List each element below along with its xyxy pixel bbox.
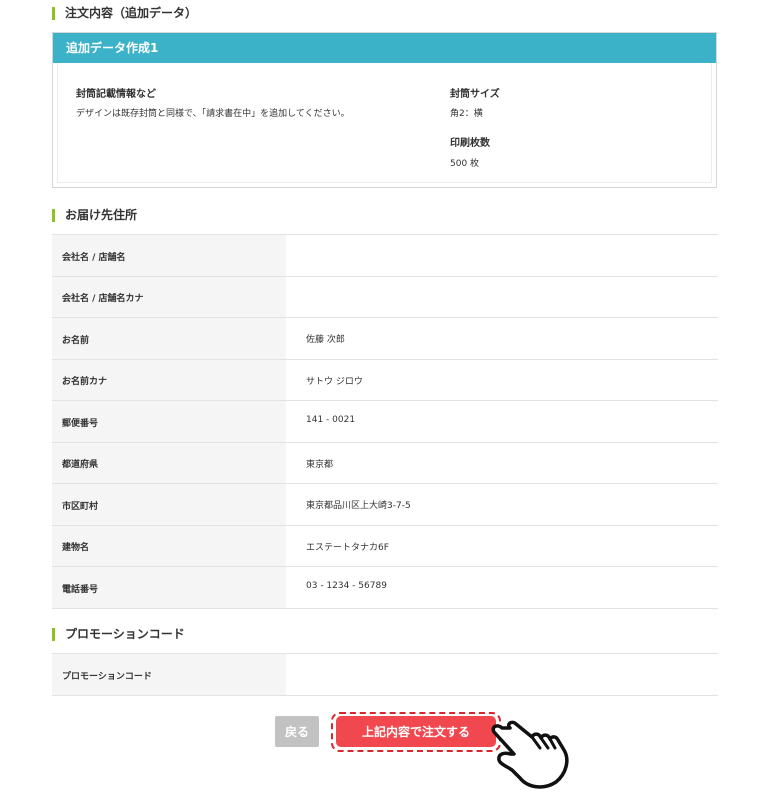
table-row: 建物名 エステートタナカ6F: [52, 524, 718, 567]
envelope-info-value: デザインは既存封筒と同様で、「請求書在中」を追加してください。: [76, 109, 350, 119]
name-value: 佐藤 次郎: [286, 317, 718, 359]
building-label: 建物名: [52, 524, 286, 567]
order-card-body: 封筒記載情報など デザインは既存封筒と同様で、「請求書在中」を追加してください。…: [57, 63, 712, 183]
delivery-address-table: 会社名 / 店舗名 会社名 / 店舗名カナ お名前 佐藤 次郎 お名前カナ サト…: [52, 234, 718, 609]
postal-code-label: 郵便番号: [52, 400, 286, 442]
postal-code-value: 141 - 0021: [286, 400, 718, 442]
promo-code-label: プロモーションコード: [52, 653, 286, 696]
print-count-value: 500 枚: [450, 159, 480, 169]
phone-label: 電話番号: [52, 566, 286, 609]
table-row: 郵便番号 141 - 0021: [52, 400, 718, 442]
table-row: 都道府県 東京都: [52, 441, 718, 484]
envelope-info-label: 封筒記載情報など: [76, 89, 156, 100]
table-row: お名前 佐藤 次郎: [52, 317, 718, 359]
table-row: 会社名 / 店舗名: [52, 234, 718, 276]
company-name-kana-value: [286, 275, 718, 318]
city-value: 東京都品川区上大崎3-7-5: [286, 483, 718, 525]
promo-code-value: [286, 653, 718, 696]
table-row: 電話番号 03 - 1234 - 56789: [52, 566, 718, 609]
envelope-size-value: 角2：横: [450, 109, 483, 119]
company-name-label: 会社名 / 店舗名: [52, 234, 286, 276]
pointing-hand-icon: [491, 720, 569, 789]
table-row: プロモーションコード: [52, 653, 718, 696]
submit-order-button[interactable]: 上記内容で注文する: [336, 716, 496, 747]
name-kana-value: サトウ ジロウ: [286, 358, 718, 401]
prefecture-value: 東京都: [286, 441, 718, 484]
prefecture-label: 都道府県: [52, 441, 286, 484]
back-button[interactable]: 戻る: [275, 716, 319, 747]
order-card: 追加データ作成1 封筒記載情報など デザインは既存封筒と同様で、「請求書在中」を…: [52, 32, 717, 188]
delivery-section-heading: お届け先住所: [52, 209, 137, 222]
name-label: お名前: [52, 317, 286, 359]
table-row: お名前カナ サトウ ジロウ: [52, 358, 718, 401]
promo-code-table: プロモーションコード: [52, 653, 718, 696]
order-card-title: 追加データ作成1: [53, 33, 716, 63]
name-kana-label: お名前カナ: [52, 358, 286, 401]
phone-value: 03 - 1234 - 56789: [286, 566, 718, 609]
building-value: エステートタナカ6F: [286, 524, 718, 567]
table-row: 会社名 / 店舗名カナ: [52, 275, 718, 318]
table-row: 市区町村 東京都品川区上大崎3-7-5: [52, 483, 718, 525]
city-label: 市区町村: [52, 483, 286, 525]
company-name-value: [286, 234, 718, 276]
promo-section-heading: プロモーションコード: [52, 628, 185, 641]
order-section-heading: 注文内容（追加データ）: [52, 7, 197, 20]
print-count-label: 印刷枚数: [450, 138, 490, 149]
company-name-kana-label: 会社名 / 店舗名カナ: [52, 275, 286, 318]
envelope-size-label: 封筒サイズ: [450, 89, 500, 100]
